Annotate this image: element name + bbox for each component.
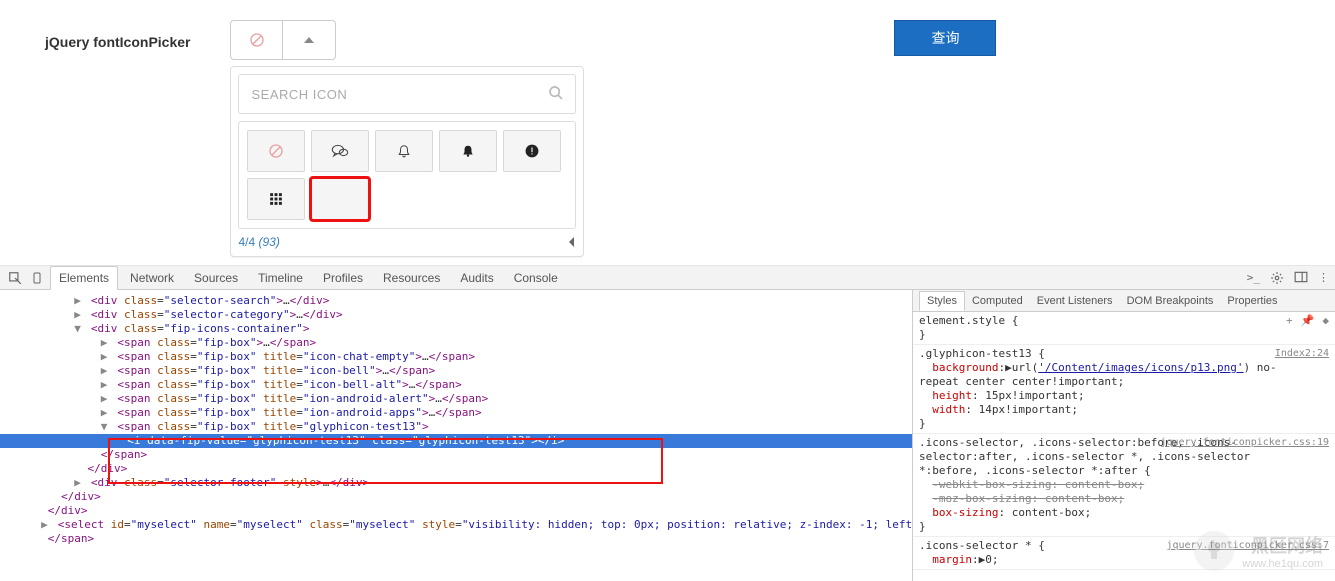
inspect-icon[interactable] <box>6 269 24 287</box>
bell-fill-icon <box>461 143 475 159</box>
more-icon[interactable]: ⋮ <box>1318 271 1329 285</box>
icon-option-chat[interactable] <box>311 130 369 172</box>
icon-option-none[interactable] <box>247 130 305 172</box>
devtools: Elements Network Sources Timeline Profil… <box>0 266 1335 581</box>
chat-icon <box>331 144 349 158</box>
dom-tree[interactable]: ▶ <div class="selector-search">…</div> ▶… <box>0 290 912 581</box>
icon-option-glyphicon-test13[interactable] <box>311 178 369 220</box>
selected-icon-button[interactable] <box>230 20 283 60</box>
device-icon[interactable] <box>28 269 46 287</box>
tab-resources[interactable]: Resources <box>375 267 448 289</box>
footer-count: 4/4 (93) <box>238 235 279 249</box>
tab-elements[interactable]: Elements <box>50 266 118 290</box>
alert-icon <box>525 144 539 158</box>
prev-page-button[interactable] <box>568 237 576 247</box>
side-tab-computed[interactable]: Computed <box>965 292 1030 310</box>
selected-dom-node[interactable]: <i data-fip-value="glyphicon-test13" cla… <box>0 434 912 448</box>
none-icon <box>268 143 284 159</box>
side-tab-styles[interactable]: Styles <box>919 291 965 311</box>
tab-audits[interactable]: Audits <box>452 267 501 289</box>
icon-option-bell-outline[interactable] <box>375 130 433 172</box>
bell-outline-icon <box>397 143 411 159</box>
watermark: 黑区网络www.he1qu.com <box>1194 531 1323 571</box>
icon-option-bell-fill[interactable] <box>439 130 497 172</box>
side-tab-breakpoints[interactable]: DOM Breakpoints <box>1120 292 1221 310</box>
pin-icon[interactable]: 📌 <box>1301 314 1315 328</box>
tab-timeline[interactable]: Timeline <box>250 267 311 289</box>
side-tab-listeners[interactable]: Event Listeners <box>1030 292 1120 310</box>
search-input[interactable] <box>238 74 576 114</box>
devtools-toolbar: Elements Network Sources Timeline Profil… <box>0 266 1335 290</box>
source-link[interactable]: Index2:24 <box>1275 347 1329 361</box>
dropdown-toggle-button[interactable] <box>283 20 336 60</box>
drawer-icon[interactable]: >_ <box>1247 271 1260 285</box>
chevron-left-icon <box>568 237 576 247</box>
apps-icon <box>269 192 283 206</box>
source-link[interactable]: jquery.fonticonpicker.css:19 <box>1160 436 1329 450</box>
tab-console[interactable]: Console <box>506 267 566 289</box>
icon-grid <box>238 121 576 229</box>
none-icon <box>249 32 265 48</box>
tab-profiles[interactable]: Profiles <box>315 267 371 289</box>
page-title: jQuery fontIconPicker <box>45 34 190 50</box>
icon-option-alert[interactable] <box>503 130 561 172</box>
new-rule-icon[interactable]: + <box>1286 314 1293 328</box>
icon-option-apps[interactable] <box>247 178 305 220</box>
tab-sources[interactable]: Sources <box>186 267 246 289</box>
picker-dropdown: 4/4 (93) <box>230 66 584 257</box>
toggle-icon[interactable]: ◆ <box>1322 314 1329 328</box>
tab-network[interactable]: Network <box>122 267 182 289</box>
settings-icon[interactable] <box>1270 271 1284 285</box>
search-icon <box>548 85 564 101</box>
caret-up-icon <box>304 37 314 43</box>
side-tab-properties[interactable]: Properties <box>1220 292 1284 310</box>
icon-picker: 4/4 (93) <box>230 20 584 257</box>
dock-icon[interactable] <box>1294 271 1308 285</box>
query-button[interactable]: 查询 <box>894 20 996 56</box>
